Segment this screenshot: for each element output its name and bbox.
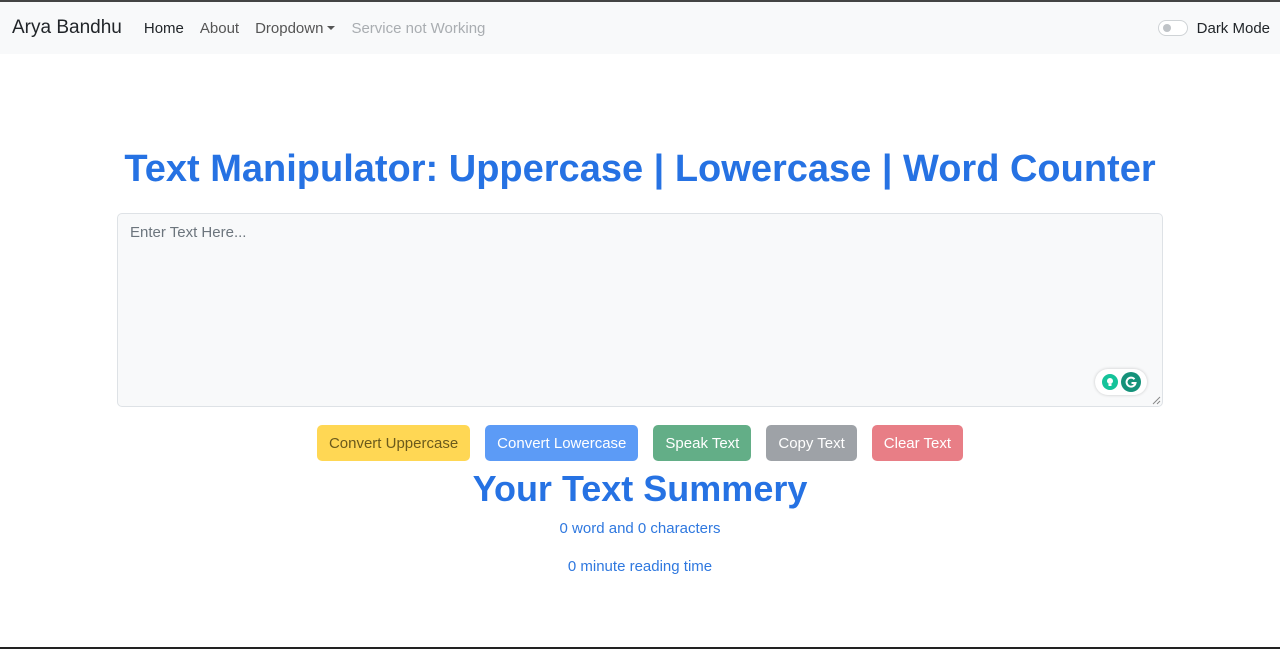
nav-dropdown[interactable]: Dropdown: [255, 19, 336, 37]
switch-knob: [1162, 24, 1171, 32]
word-character-count: 0 word and 0 characters: [559, 520, 721, 537]
dark-mode-switch[interactable]: [1157, 20, 1188, 36]
dark-mode-label[interactable]: Dark Mode: [1197, 20, 1270, 37]
navbar-brand[interactable]: Arya Bandhu: [12, 17, 122, 39]
page-title: Text Manipulator: Uppercase | Lowercase …: [124, 148, 1156, 190]
nav-link-about[interactable]: About: [200, 20, 239, 37]
caret-down-icon: [327, 26, 336, 30]
summary-title: Your Text Summery: [472, 468, 808, 509]
lightbulb-icon[interactable]: [1101, 374, 1118, 390]
dark-mode-toggle-group: Dark Mode: [1157, 20, 1270, 37]
reading-time: 0 minute reading time: [567, 558, 713, 575]
nav-link-home[interactable]: Home: [144, 20, 184, 37]
clear-text-button[interactable]: Clear Text: [871, 425, 964, 461]
copy-text-button[interactable]: Copy Text: [766, 425, 857, 461]
convert-lowercase-button[interactable]: Convert Lowercase: [485, 425, 639, 461]
nav-dropdown-label: Dropdown: [255, 19, 324, 37]
action-button-row: Convert Uppercase Convert Lowercase Spea…: [0, 425, 1280, 461]
convert-uppercase-button[interactable]: Convert Uppercase: [316, 425, 471, 461]
grammarly-widget[interactable]: [1095, 369, 1147, 395]
grammarly-g-icon[interactable]: [1120, 372, 1141, 392]
resize-grip-icon[interactable]: [1151, 395, 1161, 405]
speak-text-button[interactable]: Speak Text: [653, 425, 752, 461]
navbar: Arya Bandhu Home About Dropdown Service …: [0, 2, 1280, 54]
text-input[interactable]: [117, 213, 1163, 407]
nav-link-service-disabled: Service not Working: [351, 19, 486, 37]
